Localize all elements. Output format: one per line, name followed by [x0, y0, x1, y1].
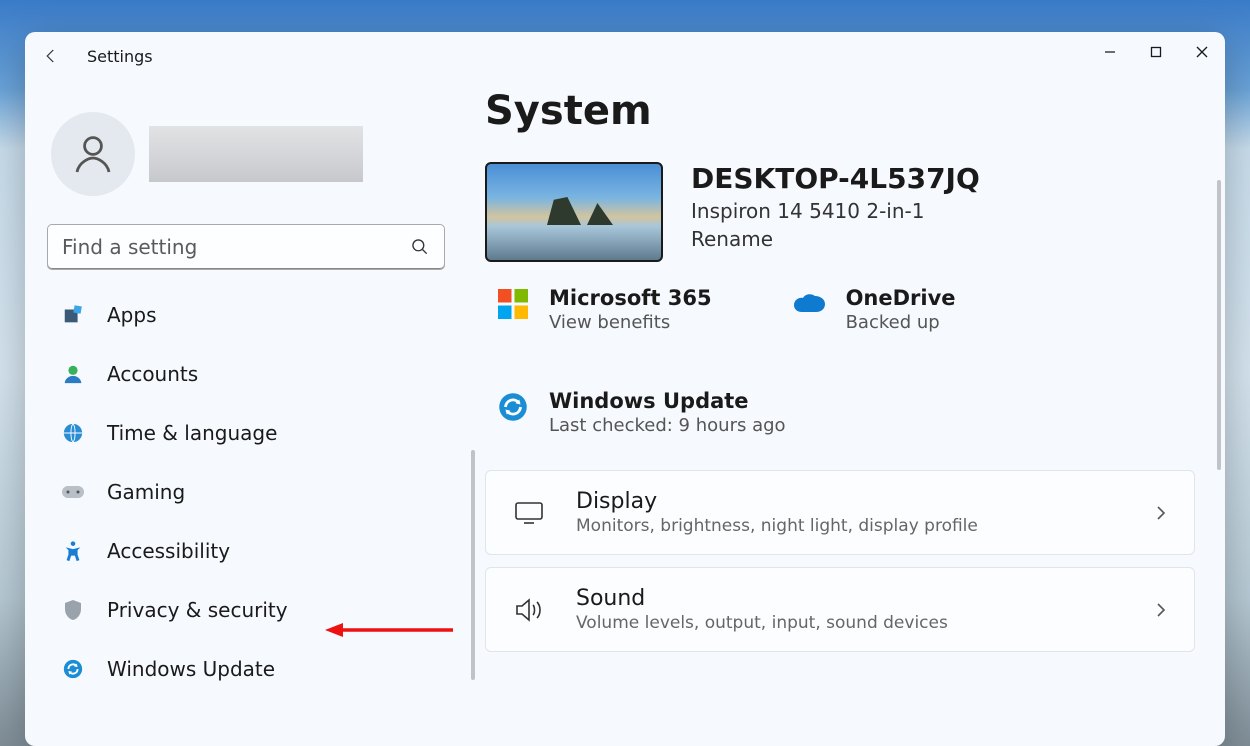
maximize-icon — [1150, 46, 1162, 58]
sidebar-nav: Apps Accounts Time & language — [47, 290, 455, 703]
device-info: DESKTOP-4L537JQ Inspiron 14 5410 2-in-1 … — [691, 162, 980, 251]
setting-display[interactable]: Display Monitors, brightness, night ligh… — [485, 470, 1195, 555]
device-row: DESKTOP-4L537JQ Inspiron 14 5410 2-in-1 … — [485, 162, 1195, 262]
setting-list: Display Monitors, brightness, night ligh… — [485, 470, 1195, 652]
setting-sub: Monitors, brightness, night light, displ… — [576, 516, 1124, 536]
card-title: OneDrive — [846, 286, 956, 310]
rename-link[interactable]: Rename — [691, 227, 980, 251]
page-title: System — [485, 88, 1195, 134]
search-input[interactable] — [62, 235, 410, 259]
search-box[interactable] — [47, 224, 445, 270]
sidebar-item-time-language[interactable]: Time & language — [47, 408, 455, 458]
card-sub: Last checked: 9 hours ago — [549, 415, 786, 436]
titlebar: Settings — [25, 32, 1225, 80]
windows-update-card[interactable]: Windows Update Last checked: 9 hours ago — [495, 389, 1195, 436]
content: Apps Accounts Time & language — [25, 80, 1225, 746]
onedrive-icon — [792, 286, 828, 322]
setting-sub: Volume levels, output, input, sound devi… — [576, 613, 1124, 633]
sound-icon — [512, 597, 546, 623]
device-model: Inspiron 14 5410 2-in-1 — [691, 199, 980, 223]
sidebar-item-apps[interactable]: Apps — [47, 290, 455, 340]
sidebar-item-privacy-security[interactable]: Privacy & security — [47, 585, 455, 635]
back-button[interactable] — [29, 34, 73, 78]
minimize-icon — [1104, 46, 1116, 58]
time-language-icon — [61, 421, 85, 445]
microsoft-365-card[interactable]: Microsoft 365 View benefits — [495, 286, 712, 333]
sidebar-item-label: Apps — [107, 303, 157, 327]
setting-title: Sound — [576, 586, 1124, 611]
card-title: Windows Update — [549, 389, 786, 413]
card-title: Microsoft 365 — [549, 286, 712, 310]
window-controls — [1087, 32, 1225, 72]
maximize-button[interactable] — [1133, 32, 1179, 72]
sidebar-item-gaming[interactable]: Gaming — [47, 467, 455, 517]
sidebar-item-accounts[interactable]: Accounts — [47, 349, 455, 399]
sidebar-item-label: Privacy & security — [107, 598, 288, 622]
chevron-right-icon — [1154, 505, 1168, 521]
main-panel: System DESKTOP-4L537JQ Inspiron 14 5410 … — [485, 80, 1225, 746]
settings-window: Settings — [25, 32, 1225, 746]
app-title: Settings — [87, 47, 153, 66]
sidebar-item-label: Accessibility — [107, 539, 230, 563]
back-arrow-icon — [42, 47, 60, 65]
update-icon — [61, 657, 85, 681]
sidebar: Apps Accounts Time & language — [25, 80, 485, 746]
accounts-icon — [61, 362, 85, 386]
onedrive-card[interactable]: OneDrive Backed up — [792, 286, 956, 333]
card-sub: View benefits — [549, 312, 712, 333]
chevron-right-icon — [1154, 602, 1168, 618]
sidebar-item-label: Accounts — [107, 362, 198, 386]
avatar — [51, 112, 135, 196]
main-scrollbar[interactable] — [1217, 180, 1221, 470]
sidebar-scrollbar[interactable] — [471, 450, 475, 680]
shield-icon — [61, 598, 85, 622]
setting-title: Display — [576, 489, 1124, 514]
display-icon — [512, 501, 546, 525]
sidebar-item-accessibility[interactable]: Accessibility — [47, 526, 455, 576]
search-icon — [410, 237, 430, 257]
sidebar-item-label: Windows Update — [107, 657, 275, 681]
user-name-redacted — [149, 126, 363, 182]
sidebar-item-label: Time & language — [107, 421, 277, 445]
accessibility-icon — [61, 539, 85, 563]
close-button[interactable] — [1179, 32, 1225, 72]
close-icon — [1196, 46, 1208, 58]
setting-sound[interactable]: Sound Volume levels, output, input, soun… — [485, 567, 1195, 652]
microsoft-icon — [495, 286, 531, 322]
minimize-button[interactable] — [1087, 32, 1133, 72]
update-status-icon — [495, 389, 531, 425]
sidebar-item-label: Gaming — [107, 480, 185, 504]
card-sub: Backed up — [846, 312, 956, 333]
info-cards: Microsoft 365 View benefits OneDrive Bac… — [495, 286, 1195, 436]
wallpaper-thumbnail[interactable] — [485, 162, 663, 262]
user-row[interactable] — [51, 112, 455, 196]
device-name: DESKTOP-4L537JQ — [691, 162, 980, 195]
gaming-icon — [61, 480, 85, 504]
user-icon — [69, 130, 117, 178]
sidebar-item-windows-update[interactable]: Windows Update — [47, 644, 455, 694]
apps-icon — [61, 303, 85, 327]
